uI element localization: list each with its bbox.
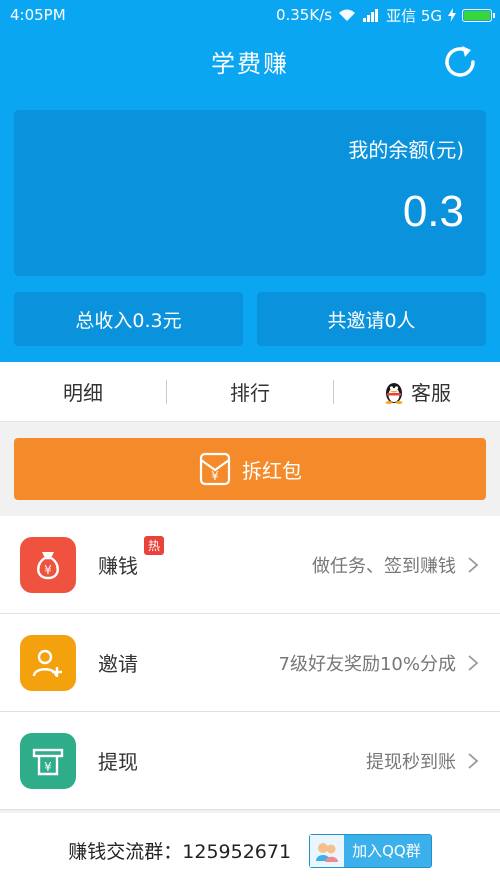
tab-bar: 明细 排行 客服 xyxy=(0,362,500,422)
status-right: 0.35K/s 亚信 5G xyxy=(275,5,495,26)
list-item-desc: 7级好友奖励10%分成 xyxy=(278,653,456,675)
tab-details-label: 明细 xyxy=(63,381,103,405)
tab-ranking[interactable]: 排行 xyxy=(167,362,333,421)
balance-label: 我的余额(元) xyxy=(348,138,464,162)
balance-value: 0.3 xyxy=(402,187,464,236)
list-item-earn[interactable]: ¥ 赚钱 热 做任务、签到赚钱 xyxy=(0,516,500,614)
join-qq-group-button[interactable]: 加入QQ群 xyxy=(309,833,432,868)
open-red-packet-button[interactable]: ¥ 拆红包 xyxy=(14,438,486,500)
signal-icon xyxy=(363,8,379,22)
status-time: 4:05PM xyxy=(10,6,66,24)
chevron-right-icon xyxy=(468,654,479,671)
tab-details[interactable]: 明细 xyxy=(0,362,166,421)
title-bar: 学费赚 xyxy=(0,30,500,92)
svg-text:¥: ¥ xyxy=(44,760,52,774)
network-speed: 0.35K/s xyxy=(275,6,333,24)
chevron-right-icon xyxy=(468,556,479,573)
qq-group-text: 赚钱交流群：125952671 xyxy=(68,841,292,863)
svg-text:¥: ¥ xyxy=(211,469,219,483)
carrier-name: 亚信 5G xyxy=(386,6,442,25)
refresh-icon[interactable] xyxy=(440,42,480,82)
money-bag-icon: ¥ xyxy=(20,536,76,593)
tab-customer-service-label: 客服 xyxy=(411,381,451,405)
menu-list: ¥ 赚钱 热 做任务、签到赚钱 邀请 7级好友奖励10%分成 ¥ 提现 提现秒到… xyxy=(0,516,500,810)
hot-badge: 热 xyxy=(143,536,164,555)
list-item-withdraw[interactable]: ¥ 提现 提现秒到账 xyxy=(0,712,500,810)
chevron-right-icon xyxy=(468,752,479,769)
battery-icon xyxy=(462,8,495,22)
status-bar: 4:05PM 0.35K/s 亚信 5G xyxy=(0,0,500,30)
red-packet-label: 拆红包 xyxy=(242,458,302,483)
wifi-icon xyxy=(339,9,356,21)
total-income-button[interactable]: 总收入0.3元 xyxy=(14,292,243,346)
red-packet-icon: ¥ xyxy=(199,452,231,486)
footer-bar: 赚钱交流群：125952671 加入QQ群 xyxy=(0,813,500,888)
svg-text:¥: ¥ xyxy=(44,563,52,577)
charging-icon xyxy=(448,8,456,22)
invite-label: 邀请 xyxy=(98,652,138,676)
tab-customer-service[interactable]: 客服 xyxy=(334,362,500,421)
earn-label: 赚钱 xyxy=(98,554,138,578)
tab-ranking-label: 排行 xyxy=(230,381,270,405)
join-qq-group-label: 加入QQ群 xyxy=(352,842,421,860)
list-item-desc: 做任务、签到赚钱 xyxy=(312,555,456,577)
withdraw-icon: ¥ xyxy=(20,732,76,789)
page-title: 学费赚 xyxy=(211,49,289,78)
total-invites-button[interactable]: 共邀请0人 xyxy=(257,292,486,346)
qq-group-icon xyxy=(310,834,345,867)
add-user-icon xyxy=(20,634,76,691)
balance-card: 我的余额(元) 0.3 xyxy=(14,110,486,276)
header-area: 4:05PM 0.35K/s 亚信 5G 学费赚 我的余额(元) 0.3 总收入… xyxy=(0,0,500,362)
list-item-invite[interactable]: 邀请 7级好友奖励10%分成 xyxy=(0,614,500,712)
withdraw-label: 提现 xyxy=(98,750,138,774)
qq-penguin-icon xyxy=(385,382,403,404)
list-item-label: 赚钱 热 xyxy=(98,536,164,579)
list-item-desc: 提现秒到账 xyxy=(366,751,456,773)
